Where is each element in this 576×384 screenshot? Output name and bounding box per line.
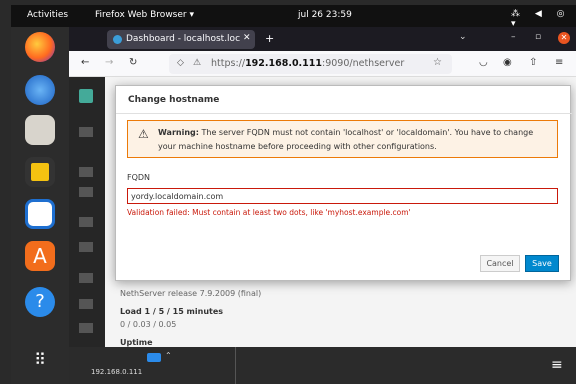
menu-icon[interactable]: ≡ [555, 57, 563, 68]
new-tab-button[interactable]: + [265, 32, 274, 45]
save-button[interactable]: Save [525, 255, 559, 272]
dialog-header: Change hostname [116, 86, 572, 114]
expand-icon[interactable]: ⌃ [165, 351, 172, 360]
validation-error: Validation failed: Must contain at least… [127, 208, 411, 217]
tab-dashboard[interactable]: Dashboard - localhost.loc ✕ [107, 30, 255, 49]
warning-icon: ⚠ [138, 127, 149, 141]
warning-alert: ⚠ Warning: The server FQDN must not cont… [127, 120, 558, 158]
load-title: Load 1 / 5 / 15 minutes [120, 307, 224, 316]
system-tray[interactable]: ⁂ ◀ ◎ ▾ [511, 9, 576, 29]
clock[interactable]: jul 26 23:59 [298, 10, 352, 20]
activities-button[interactable]: Activities [27, 10, 68, 20]
nav-network-icon[interactable] [79, 167, 93, 177]
software-icon[interactable]: A [25, 241, 55, 271]
url-text: https://192.168.0.111:9090/nethserver [211, 58, 405, 69]
close-tab-icon[interactable]: ✕ [243, 33, 251, 43]
taskbar-label: 192.168.0.111 [91, 368, 143, 376]
dock: A ? ⠿ [11, 27, 69, 384]
app-menu[interactable]: Firefox Web Browser ▾ [95, 10, 194, 20]
reload-icon[interactable]: ↻ [129, 57, 137, 68]
firefox-icon[interactable] [25, 32, 55, 62]
load-values: 0 / 0.03 / 0.05 [120, 320, 177, 329]
favicon-icon [113, 35, 122, 44]
app-grid-icon[interactable]: ⠿ [25, 345, 55, 375]
release-text: NethServer release 7.9.2009 (final) [120, 289, 262, 298]
nav-settings-icon[interactable] [79, 323, 93, 333]
hamburger-menu-icon[interactable]: ≡ [551, 357, 563, 373]
nethserver-nav [69, 77, 105, 347]
nav-users-icon[interactable] [79, 127, 93, 137]
dialog-title: Change hostname [128, 95, 220, 105]
pocket-icon[interactable]: ◡ [479, 57, 488, 68]
nav-system-icon[interactable] [79, 217, 93, 227]
warning-line-2: your machine hostname before proceeding … [158, 142, 437, 151]
top-bar: Activities Firefox Web Browser ▾ jul 26 … [11, 5, 576, 29]
tab-bar: Dashboard - localhost.loc ✕ + ⌄ – ▫ ✕ [69, 27, 576, 51]
files-icon[interactable] [25, 115, 55, 145]
taskbar: ⌃ 192.168.0.111 ≡ [69, 347, 576, 384]
nav-terminal-icon[interactable] [79, 299, 93, 309]
bookmark-star-icon[interactable]: ☆ [433, 57, 442, 68]
maximize-icon[interactable]: ▫ [535, 32, 541, 42]
back-icon[interactable]: ← [81, 57, 89, 68]
shield-icon[interactable]: ◇ [177, 58, 184, 68]
nav-applications-icon[interactable] [79, 242, 93, 252]
lock-warning-icon[interactable]: ⚠ [193, 58, 201, 68]
window-close-icon[interactable]: ✕ [558, 32, 570, 44]
nav-storage-icon[interactable] [79, 187, 93, 197]
url-bar[interactable]: ◇ ⚠ https://192.168.0.111:9090/nethserve… [169, 54, 452, 74]
minimize-icon[interactable]: – [511, 32, 516, 42]
change-hostname-dialog: Change hostname ⚠ Warning: The server FQ… [115, 85, 572, 281]
warning-line-1: Warning: The server FQDN must not contai… [158, 128, 534, 137]
forward-icon[interactable]: → [105, 57, 113, 68]
taskbar-divider [235, 347, 236, 384]
nav-software-icon[interactable] [79, 273, 93, 283]
writer-icon[interactable] [25, 199, 55, 229]
network-icon[interactable] [147, 353, 161, 362]
help-icon[interactable]: ? [25, 287, 55, 317]
nav-dashboard-icon[interactable] [79, 89, 93, 103]
thunderbird-icon[interactable] [25, 75, 55, 105]
account-icon[interactable]: ◉ [503, 57, 512, 68]
rhythmbox-icon[interactable] [25, 157, 55, 187]
extensions-icon[interactable]: ⇧ [529, 57, 537, 68]
desktop: Activities Firefox Web Browser ▾ jul 26 … [0, 0, 576, 384]
uptime-title: Uptime [120, 338, 153, 347]
nav-bar: ← → ↻ ◇ ⚠ https://192.168.0.111:9090/net… [69, 51, 576, 77]
fqdn-label: FQDN [127, 173, 151, 182]
tab-title: Dashboard - localhost.loc [126, 34, 241, 44]
cancel-button[interactable]: Cancel [480, 255, 520, 272]
fqdn-input[interactable] [127, 188, 558, 204]
list-tabs-icon[interactable]: ⌄ [459, 32, 467, 42]
